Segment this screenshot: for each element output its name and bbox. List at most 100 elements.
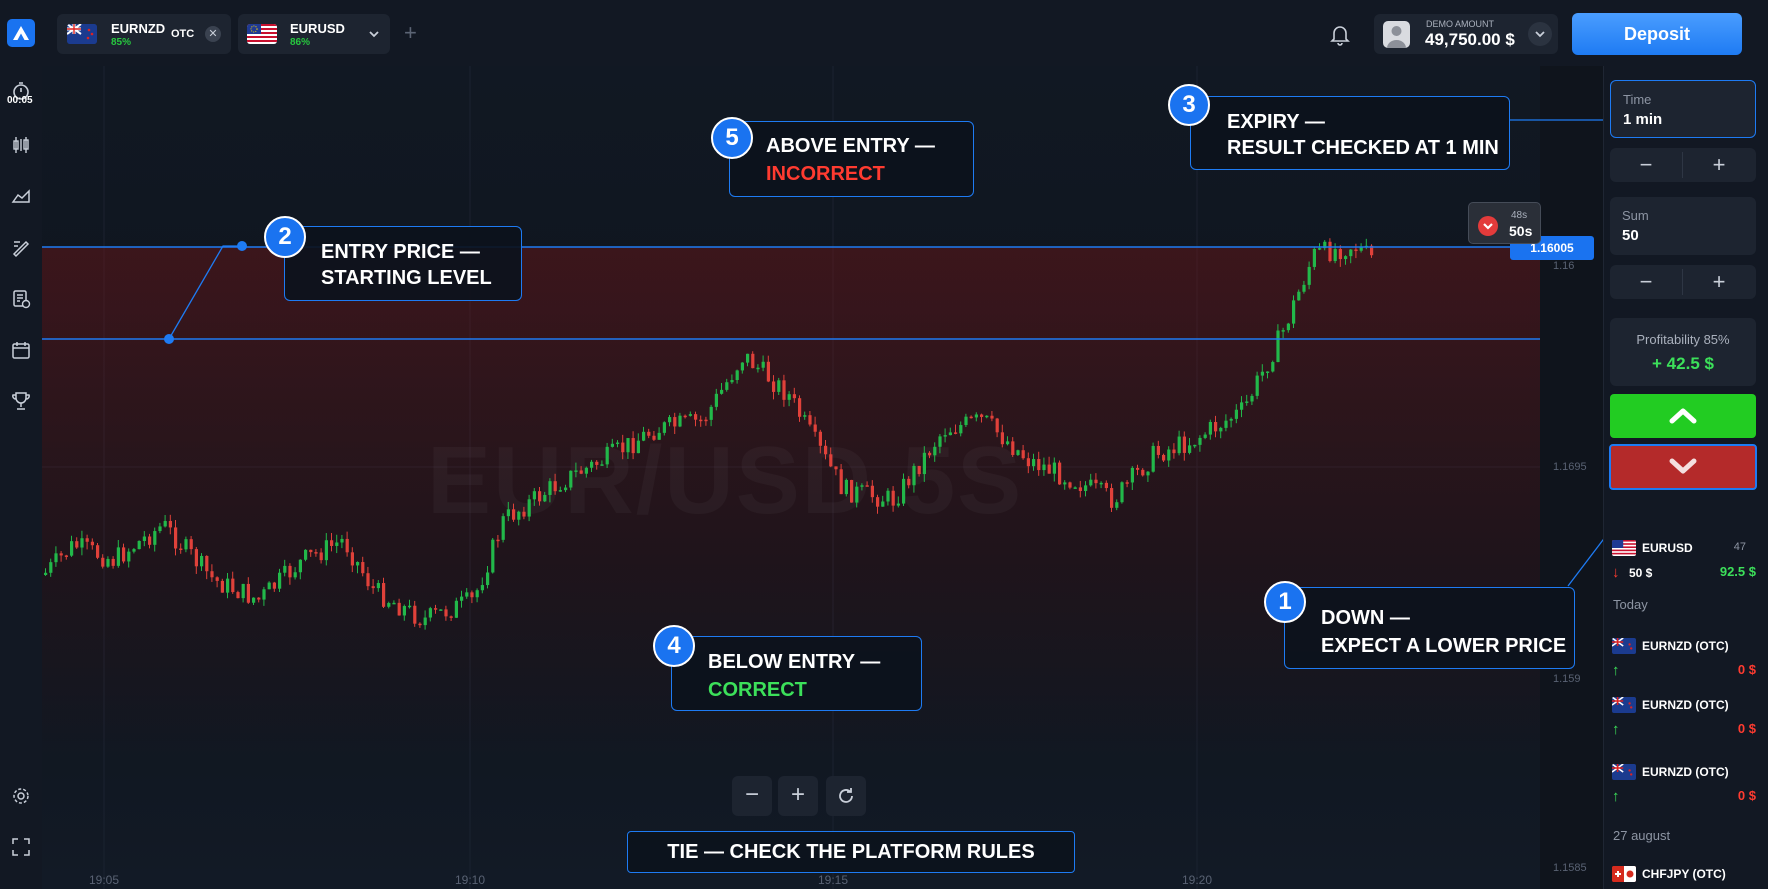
add-tab-icon[interactable]: + xyxy=(404,22,417,44)
area-chart-icon[interactable] xyxy=(10,185,32,207)
nz-flag-icon xyxy=(1612,697,1636,713)
sum-label: Sum xyxy=(1622,208,1649,223)
zoom-in-button[interactable]: + xyxy=(778,776,818,816)
trade-name: EURNZD (OTC) xyxy=(1642,765,1729,779)
trade-history-icon[interactable] xyxy=(10,288,32,310)
asset-tab-eurnzd[interactable]: EURNZD 85% OTC ✕ xyxy=(57,14,231,54)
sum-stepper: − + xyxy=(1610,265,1756,299)
callout-5: ABOVE ENTRY — INCORRECT xyxy=(729,121,974,197)
time-decrease-button[interactable]: − xyxy=(1610,148,1682,182)
up-arrow-icon: ↑ xyxy=(1612,721,1620,738)
x-tick: 19:05 xyxy=(89,873,120,887)
trade-panel: Time 1 min − + Sum 50 − + Profitability … xyxy=(1603,66,1768,889)
callout-1-line1: DOWN — xyxy=(1321,607,1410,629)
tab-eurnzd-payout: 85% xyxy=(111,37,132,48)
trophy-icon[interactable] xyxy=(10,390,32,412)
up-arrow-icon: ↑ xyxy=(1612,788,1620,805)
candlestick-icon[interactable] xyxy=(10,134,32,156)
chevron-down-icon xyxy=(1669,458,1697,474)
trade-row[interactable]: EURNZD (OTC) ↑ 0 $ xyxy=(1610,697,1756,741)
account-selector[interactable]: DEMO AMOUNT 49,750.00 $ xyxy=(1374,14,1558,54)
trade-name: EURNZD (OTC) xyxy=(1642,639,1729,653)
chevron-up-icon xyxy=(1669,408,1697,424)
bell-icon[interactable] xyxy=(1326,20,1354,48)
sum-increase-button[interactable]: + xyxy=(1683,265,1755,299)
x-tick: 19:20 xyxy=(1182,873,1213,887)
trade-name: EURNZD (OTC) xyxy=(1642,698,1729,712)
profitability-box: Profitability 85% + 42.5 $ xyxy=(1610,318,1756,386)
callout-1-badge: 1 xyxy=(1264,581,1306,623)
trade-amount: 0 $ xyxy=(1737,662,1756,677)
account-amount: 49,750.00 $ xyxy=(1425,30,1515,49)
chevron-down-icon[interactable] xyxy=(1528,22,1552,46)
y-tick: 1.16 xyxy=(1553,260,1575,272)
callout-2-line1: ENTRY PRICE — xyxy=(321,241,480,263)
x-tick: 19:15 xyxy=(818,873,849,887)
countdown-small: 48s xyxy=(1511,210,1528,221)
left-sidebar: 00:05 xyxy=(0,66,42,889)
eu-us-flag-icon xyxy=(1612,540,1636,556)
sum-field[interactable]: Sum 50 xyxy=(1610,197,1756,255)
active-trade-count: 47 xyxy=(1733,541,1746,553)
reset-zoom-button[interactable] xyxy=(826,776,866,816)
trade-name: CHFJPY (OTC) xyxy=(1642,867,1726,881)
callout-5-line1: ABOVE ENTRY — xyxy=(766,135,935,157)
trade-amount: 0 $ xyxy=(1737,721,1756,736)
asset-tab-eurusd[interactable]: EURUSD 86% xyxy=(238,14,390,54)
trade-amount: 0 $ xyxy=(1737,788,1756,803)
gear-icon[interactable] xyxy=(10,785,32,807)
tab-eurnzd-name: EURNZD xyxy=(111,21,166,36)
callout-2-badge: 2 xyxy=(264,216,306,258)
callout-3-line2: RESULT CHECKED AT 1 MIN xyxy=(1227,137,1499,159)
sum-decrease-button[interactable]: − xyxy=(1610,265,1682,299)
deposit-button[interactable]: Deposit xyxy=(1572,13,1742,55)
down-arrow-icon xyxy=(1478,216,1498,236)
countdown-main: 50s xyxy=(1509,223,1533,239)
time-label: Time xyxy=(1623,92,1652,107)
tie-callout: TIE — CHECK THE PLATFORM RULES xyxy=(627,831,1075,873)
callout-3-line1: EXPIRY — xyxy=(1227,111,1325,133)
profitability-label: Profitability 85% xyxy=(1636,332,1730,347)
tab-eurusd-payout: 86% xyxy=(290,37,311,48)
time-increase-button[interactable]: + xyxy=(1683,148,1755,182)
ch-flag-icon xyxy=(1612,866,1636,882)
fullscreen-icon[interactable] xyxy=(10,836,32,858)
trade-row[interactable]: EURNZD (OTC) ↑ 0 $ xyxy=(1610,764,1756,808)
y-tick: 1.159 xyxy=(1553,673,1581,685)
avatar xyxy=(1383,21,1410,48)
callout-4: BELOW ENTRY — CORRECT xyxy=(671,636,922,711)
time-field[interactable]: Time 1 min xyxy=(1610,80,1756,138)
active-trade-payout: 92.5 $ xyxy=(1719,564,1756,579)
callout-4-line2: CORRECT xyxy=(708,679,807,701)
tab-eurusd-name: EURUSD xyxy=(290,21,345,36)
close-tab-icon[interactable]: ✕ xyxy=(205,26,221,42)
active-trade[interactable]: EURUSD 47 ↓ 50 $ 92.5 $ xyxy=(1610,540,1756,584)
zoom-out-button[interactable]: − xyxy=(732,776,772,816)
up-button[interactable] xyxy=(1610,394,1756,438)
callout-2-line2: STARTING LEVEL xyxy=(321,267,492,289)
section-date: 27 august xyxy=(1613,828,1671,843)
otc-badge: OTC xyxy=(171,28,195,40)
callout-1: DOWN — EXPECT A LOWER PRICE xyxy=(1284,587,1575,669)
profit-value: + 42.5 $ xyxy=(1652,354,1714,373)
drawing-tools-icon[interactable] xyxy=(10,236,32,258)
expiry-countdown: 48s 50s xyxy=(1468,202,1541,244)
down-button[interactable] xyxy=(1609,444,1757,490)
callout-1-line2: EXPECT A LOWER PRICE xyxy=(1321,635,1567,657)
time-stepper: − + xyxy=(1610,148,1756,182)
trade-row[interactable]: EURNZD (OTC) ↑ 0 $ xyxy=(1610,638,1756,682)
app-logo[interactable] xyxy=(7,19,35,47)
callout-3-badge: 3 xyxy=(1168,84,1210,126)
y-tick: 1.1585 xyxy=(1553,862,1587,874)
account-label: DEMO AMOUNT xyxy=(1426,19,1495,29)
callout-5-line2: INCORRECT xyxy=(766,163,885,185)
chevron-down-icon[interactable] xyxy=(368,27,380,45)
trade-row[interactable]: CHFJPY (OTC) xyxy=(1610,866,1756,888)
timer-text: 00:05 xyxy=(7,95,33,106)
refresh-icon xyxy=(839,788,853,803)
callout-5-badge: 5 xyxy=(711,117,753,159)
section-today: Today xyxy=(1613,597,1648,612)
active-trade-amount: 50 $ xyxy=(1629,566,1653,580)
calendar-icon[interactable] xyxy=(10,339,32,361)
top-bar: EURNZD 85% OTC ✕ EURUSD 86% + DEMO AMOUN… xyxy=(0,0,1768,66)
